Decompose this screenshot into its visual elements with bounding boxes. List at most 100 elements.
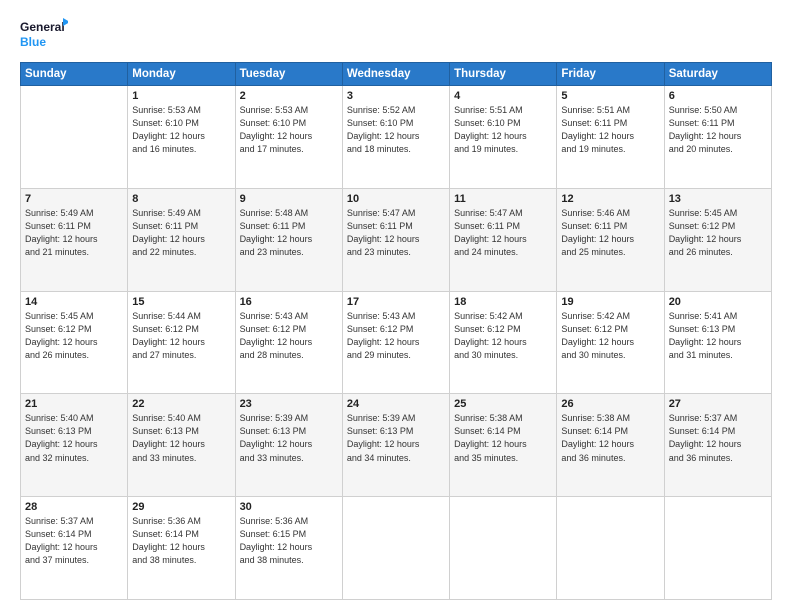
day-info: Sunrise: 5:48 AMSunset: 6:11 PMDaylight:… — [240, 207, 338, 259]
day-number: 17 — [347, 296, 445, 308]
cell-w4-d3: 24Sunrise: 5:39 AMSunset: 6:13 PMDayligh… — [342, 394, 449, 497]
cell-w2-d6: 13 Sunrise: 5:45 AMSunset: 6:12 PMDayligh… — [664, 188, 771, 291]
logo: General Blue — [20, 16, 68, 52]
day-info: Sunrise: 5:36 AMSunset: 6:15 PMDaylight:… — [240, 515, 338, 567]
header: General Blue — [20, 16, 772, 52]
cell-w4-d4: 25 Sunrise: 5:38 AMSunset: 6:14 PMDayligh… — [450, 394, 557, 497]
cell-w1-d1: 1 Sunrise: 5:53 AMSunset: 6:10 PMDaylight… — [128, 86, 235, 189]
cell-w5-d0: 28 Sunrise: 5:37 AMSunset: 6:14 PMDayligh… — [21, 497, 128, 600]
day-number: 22 — [132, 398, 230, 410]
cell-w2-d0: 7Sunrise: 5:49 AMSunset: 6:11 PMDaylight… — [21, 188, 128, 291]
cell-w2-d2: 9 Sunrise: 5:48 AMSunset: 6:11 PMDaylight… — [235, 188, 342, 291]
header-wednesday: Wednesday — [342, 63, 449, 86]
cell-w1-d0 — [21, 86, 128, 189]
day-info: Sunrise: 5:38 AMSunset: 6:14 PMDaylight:… — [454, 412, 552, 464]
day-info: Sunrise: 5:39 AMSunset: 6:13 PMDaylight:… — [240, 412, 338, 464]
header-friday: Friday — [557, 63, 664, 86]
cell-w3-d5: 19 Sunrise: 5:42 AMSunset: 6:12 PMDayligh… — [557, 291, 664, 394]
day-number: 24 — [347, 398, 445, 410]
cell-w3-d0: 14 Sunrise: 5:45 AMSunset: 6:12 PMDayligh… — [21, 291, 128, 394]
day-info: Sunrise: 5:43 AMSunset: 6:12 PMDaylight:… — [240, 310, 338, 362]
cell-w3-d1: 15 Sunrise: 5:44 AMSunset: 6:12 PMDayligh… — [128, 291, 235, 394]
week-row-1: 1 Sunrise: 5:53 AMSunset: 6:10 PMDaylight… — [21, 86, 772, 189]
cell-w1-d6: 6Sunrise: 5:50 AMSunset: 6:11 PMDaylight… — [664, 86, 771, 189]
day-info: Sunrise: 5:53 AMSunset: 6:10 PMDaylight:… — [240, 104, 338, 156]
day-number: 1 — [132, 90, 230, 102]
cell-w5-d1: 29 Sunrise: 5:36 AMSunset: 6:14 PMDayligh… — [128, 497, 235, 600]
day-info: Sunrise: 5:37 AMSunset: 6:14 PMDaylight:… — [25, 515, 123, 567]
day-info: Sunrise: 5:51 AMSunset: 6:11 PMDaylight:… — [561, 104, 659, 156]
day-info: Sunrise: 5:45 AMSunset: 6:12 PMDaylight:… — [669, 207, 767, 259]
day-info: Sunrise: 5:41 AMSunset: 6:13 PMDaylight:… — [669, 310, 767, 362]
cell-w4-d1: 22 Sunrise: 5:40 AMSunset: 6:13 PMDayligh… — [128, 394, 235, 497]
day-info: Sunrise: 5:40 AMSunset: 6:13 PMDaylight:… — [25, 412, 123, 464]
day-number: 15 — [132, 296, 230, 308]
day-number: 8 — [132, 193, 230, 205]
cell-w1-d2: 2 Sunrise: 5:53 AMSunset: 6:10 PMDaylight… — [235, 86, 342, 189]
svg-text:Blue: Blue — [20, 35, 46, 49]
day-number: 16 — [240, 296, 338, 308]
page: General Blue SundayMondayTuesdayWednesda… — [0, 0, 792, 612]
day-number: 14 — [25, 296, 123, 308]
cell-w5-d3 — [342, 497, 449, 600]
day-info: Sunrise: 5:46 AMSunset: 6:11 PMDaylight:… — [561, 207, 659, 259]
day-number: 27 — [669, 398, 767, 410]
cell-w3-d3: 17Sunrise: 5:43 AMSunset: 6:12 PMDayligh… — [342, 291, 449, 394]
day-number: 20 — [669, 296, 767, 308]
day-number: 28 — [25, 501, 123, 513]
day-info: Sunrise: 5:37 AMSunset: 6:14 PMDaylight:… — [669, 412, 767, 464]
day-info: Sunrise: 5:38 AMSunset: 6:14 PMDaylight:… — [561, 412, 659, 464]
header-sunday: Sunday — [21, 63, 128, 86]
day-info: Sunrise: 5:52 AMSunset: 6:10 PMDaylight:… — [347, 104, 445, 156]
day-info: Sunrise: 5:42 AMSunset: 6:12 PMDaylight:… — [561, 310, 659, 362]
day-number: 29 — [132, 501, 230, 513]
cell-w2-d5: 12Sunrise: 5:46 AMSunset: 6:11 PMDayligh… — [557, 188, 664, 291]
week-row-2: 7Sunrise: 5:49 AMSunset: 6:11 PMDaylight… — [21, 188, 772, 291]
day-number: 30 — [240, 501, 338, 513]
cell-w1-d4: 4 Sunrise: 5:51 AMSunset: 6:10 PMDaylight… — [450, 86, 557, 189]
day-info: Sunrise: 5:40 AMSunset: 6:13 PMDaylight:… — [132, 412, 230, 464]
header-saturday: Saturday — [664, 63, 771, 86]
cell-w4-d5: 26 Sunrise: 5:38 AMSunset: 6:14 PMDayligh… — [557, 394, 664, 497]
cell-w5-d2: 30 Sunrise: 5:36 AMSunset: 6:15 PMDayligh… — [235, 497, 342, 600]
cell-w4-d2: 23 Sunrise: 5:39 AMSunset: 6:13 PMDayligh… — [235, 394, 342, 497]
day-number: 23 — [240, 398, 338, 410]
cell-w3-d4: 18Sunrise: 5:42 AMSunset: 6:12 PMDayligh… — [450, 291, 557, 394]
header-monday: Monday — [128, 63, 235, 86]
cell-w4-d6: 27 Sunrise: 5:37 AMSunset: 6:14 PMDayligh… — [664, 394, 771, 497]
cell-w5-d4 — [450, 497, 557, 600]
cell-w4-d0: 21Sunrise: 5:40 AMSunset: 6:13 PMDayligh… — [21, 394, 128, 497]
day-number: 2 — [240, 90, 338, 102]
week-row-4: 21Sunrise: 5:40 AMSunset: 6:13 PMDayligh… — [21, 394, 772, 497]
day-number: 10 — [347, 193, 445, 205]
day-number: 13 — [669, 193, 767, 205]
day-info: Sunrise: 5:50 AMSunset: 6:11 PMDaylight:… — [669, 104, 767, 156]
day-info: Sunrise: 5:42 AMSunset: 6:12 PMDaylight:… — [454, 310, 552, 362]
cell-w5-d6 — [664, 497, 771, 600]
day-info: Sunrise: 5:47 AMSunset: 6:11 PMDaylight:… — [347, 207, 445, 259]
day-number: 19 — [561, 296, 659, 308]
svg-text:General: General — [20, 20, 65, 34]
day-number: 9 — [240, 193, 338, 205]
day-info: Sunrise: 5:53 AMSunset: 6:10 PMDaylight:… — [132, 104, 230, 156]
cell-w1-d5: 5Sunrise: 5:51 AMSunset: 6:11 PMDaylight… — [557, 86, 664, 189]
day-number: 25 — [454, 398, 552, 410]
header-tuesday: Tuesday — [235, 63, 342, 86]
cell-w1-d3: 3Sunrise: 5:52 AMSunset: 6:10 PMDaylight… — [342, 86, 449, 189]
logo-svg: General Blue — [20, 16, 68, 52]
day-info: Sunrise: 5:49 AMSunset: 6:11 PMDaylight:… — [25, 207, 123, 259]
day-number: 11 — [454, 193, 552, 205]
header-thursday: Thursday — [450, 63, 557, 86]
cell-w2-d3: 10 Sunrise: 5:47 AMSunset: 6:11 PMDayligh… — [342, 188, 449, 291]
day-number: 4 — [454, 90, 552, 102]
cell-w5-d5 — [557, 497, 664, 600]
cell-w3-d6: 20 Sunrise: 5:41 AMSunset: 6:13 PMDayligh… — [664, 291, 771, 394]
day-info: Sunrise: 5:47 AMSunset: 6:11 PMDaylight:… — [454, 207, 552, 259]
cell-w3-d2: 16 Sunrise: 5:43 AMSunset: 6:12 PMDayligh… — [235, 291, 342, 394]
cell-w2-d4: 11 Sunrise: 5:47 AMSunset: 6:11 PMDayligh… — [450, 188, 557, 291]
day-number: 26 — [561, 398, 659, 410]
day-info: Sunrise: 5:44 AMSunset: 6:12 PMDaylight:… — [132, 310, 230, 362]
day-info: Sunrise: 5:51 AMSunset: 6:10 PMDaylight:… — [454, 104, 552, 156]
day-info: Sunrise: 5:45 AMSunset: 6:12 PMDaylight:… — [25, 310, 123, 362]
day-info: Sunrise: 5:36 AMSunset: 6:14 PMDaylight:… — [132, 515, 230, 567]
